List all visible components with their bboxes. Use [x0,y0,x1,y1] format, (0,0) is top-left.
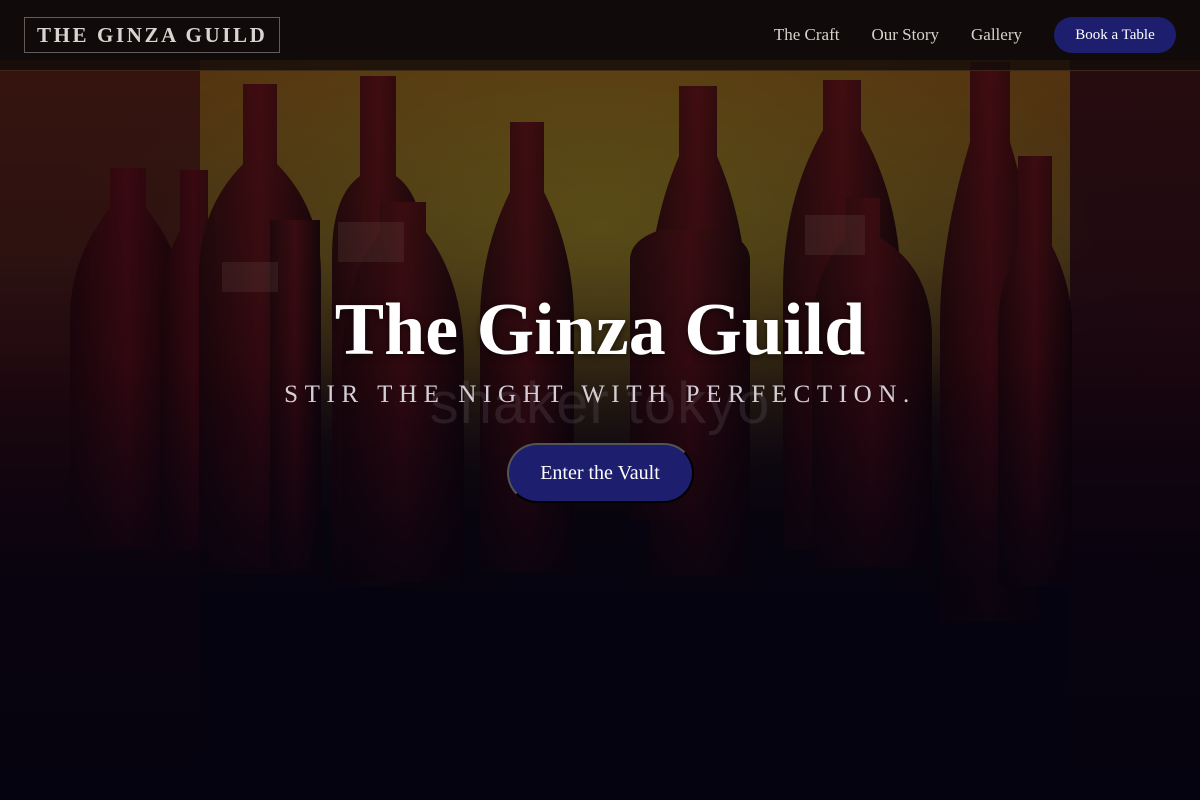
nav-link-our-story[interactable]: Our Story [871,25,939,45]
nav-link-gallery[interactable]: Gallery [971,25,1022,45]
hero-section: The Ginza Guild STIR THE NIGHT WITH PERF… [0,285,1200,503]
enter-vault-button[interactable]: Enter the Vault [506,443,694,503]
brand-logo[interactable]: THE GINZA GUILD [24,17,281,53]
hero-title: The Ginza Guild [334,289,866,371]
hero-tagline: STIR THE NIGHT WITH PERFECTION. [284,381,916,408]
book-table-button[interactable]: Book a Table [1054,17,1176,53]
top-navbar: THE GINZA GUILD The Craft Our Story Gall… [0,0,1200,71]
nav-link-the-craft[interactable]: The Craft [774,25,840,45]
main-nav: The Craft Our Story Gallery Book a Table [774,17,1176,53]
